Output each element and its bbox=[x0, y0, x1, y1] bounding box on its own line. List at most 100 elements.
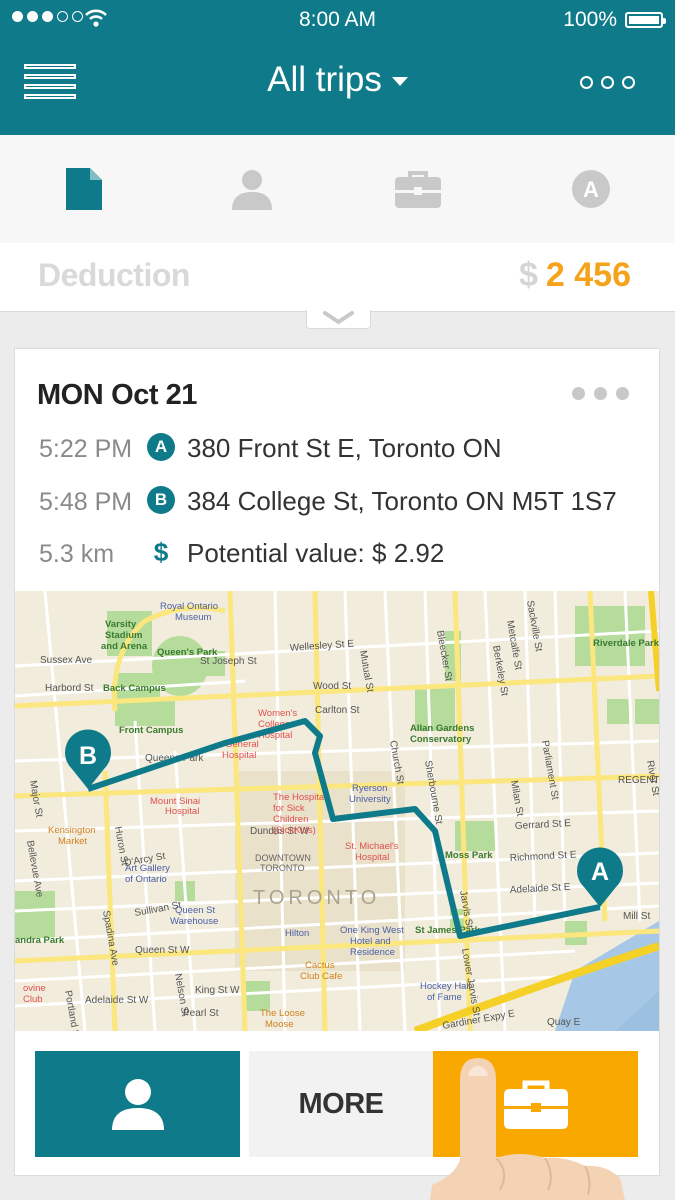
document-icon bbox=[66, 168, 102, 210]
battery-indicator: 100% bbox=[563, 8, 666, 32]
battery-icon bbox=[625, 12, 666, 28]
svg-text:Mill St: Mill St bbox=[623, 911, 650, 922]
svg-text:Women's: Women's bbox=[258, 708, 297, 719]
svg-text:Adelaide St W: Adelaide St W bbox=[85, 995, 149, 1006]
start-address: 380 Front St E, Toronto ON bbox=[187, 433, 502, 463]
svg-text:Front Campus: Front Campus bbox=[119, 725, 183, 736]
downtown-label: DOWNTOWN bbox=[255, 853, 311, 863]
auto-a-icon: A bbox=[572, 170, 610, 208]
trip-date: MON Oct 21 bbox=[37, 379, 197, 412]
svg-text:Sussex Ave: Sussex Ave bbox=[40, 655, 93, 666]
more-button[interactable]: MORE bbox=[249, 1051, 433, 1157]
svg-text:and Arena: and Arena bbox=[101, 641, 148, 652]
svg-text:for Sick: for Sick bbox=[273, 803, 305, 814]
app-header: 8:00 AM 100% All trips bbox=[0, 0, 675, 135]
svg-text:Residence: Residence bbox=[350, 947, 395, 958]
currency-symbol: $ bbox=[518, 256, 538, 294]
svg-text:Hotel and: Hotel and bbox=[350, 936, 391, 947]
briefcase-icon bbox=[395, 171, 441, 208]
svg-text:The Loose: The Loose bbox=[260, 1008, 305, 1019]
svg-text:$: $ bbox=[154, 538, 169, 566]
deduction-amount: $2 456 bbox=[519, 256, 631, 295]
header-title: All trips bbox=[267, 60, 382, 99]
svg-text:Queen's Park: Queen's Park bbox=[157, 647, 218, 658]
tab-business[interactable] bbox=[334, 135, 502, 243]
trip-value-row: 5.3 km $ Potential value: $ 2.92 bbox=[39, 534, 659, 574]
svg-text:Riverdale Park: Riverdale Park bbox=[593, 638, 659, 649]
category-tabs: A bbox=[0, 135, 675, 243]
mark-personal-button[interactable] bbox=[35, 1051, 240, 1157]
trip-more-button[interactable] bbox=[572, 387, 629, 400]
deduction-value: 2 456 bbox=[545, 256, 631, 294]
person-icon bbox=[111, 1079, 164, 1130]
header-more-button[interactable] bbox=[580, 76, 635, 89]
trip-end-row: 5:48 PM B 384 College St, Toronto ON M5T… bbox=[39, 482, 659, 522]
svg-text:Conservatory: Conservatory bbox=[410, 734, 472, 745]
svg-text:of Fame: of Fame bbox=[427, 992, 462, 1003]
end-time: 5:48 PM bbox=[39, 488, 133, 516]
svg-text:Children: Children bbox=[273, 814, 308, 825]
svg-text:Harbord St: Harbord St bbox=[45, 683, 94, 694]
chevron-down-icon bbox=[391, 77, 408, 87]
svg-text:Queen St: Queen St bbox=[175, 905, 215, 916]
dollar-icon: $ bbox=[154, 538, 169, 566]
svg-text:Stadium: Stadium bbox=[105, 630, 142, 641]
tap-hand-illustration bbox=[430, 1058, 625, 1200]
svg-text:Carlton St: Carlton St bbox=[315, 705, 360, 716]
svg-text:Kensington: Kensington bbox=[48, 825, 96, 836]
svg-text:B: B bbox=[79, 742, 97, 770]
tab-auto[interactable]: A bbox=[507, 135, 675, 243]
svg-text:University: University bbox=[349, 794, 391, 805]
trip-filter-dropdown[interactable]: All trips bbox=[0, 60, 675, 100]
svg-text:Moose: Moose bbox=[265, 1019, 294, 1030]
deduction-label: Deduction bbox=[38, 257, 190, 293]
svg-text:(SickKids): (SickKids) bbox=[273, 825, 316, 836]
trip-date-value: Oct 21 bbox=[111, 379, 197, 411]
svg-text:Varsity: Varsity bbox=[105, 619, 137, 630]
svg-text:Art Gallery: Art Gallery bbox=[125, 863, 170, 874]
person-icon bbox=[232, 170, 272, 210]
status-bar: 8:00 AM 100% bbox=[0, 0, 675, 40]
city-label: TORONTO bbox=[253, 887, 380, 909]
trip-day: MON bbox=[37, 379, 104, 411]
svg-text:The Hospital: The Hospital bbox=[273, 792, 326, 803]
svg-text:King St W: King St W bbox=[195, 985, 240, 996]
svg-text:Allan Gardens: Allan Gardens bbox=[410, 723, 474, 734]
svg-text:Wood St: Wood St bbox=[313, 681, 351, 692]
svg-text:Club: Club bbox=[23, 994, 43, 1005]
svg-text:Quay E: Quay E bbox=[547, 1017, 581, 1028]
svg-text:Market: Market bbox=[58, 836, 87, 847]
chevron-down-icon bbox=[323, 311, 354, 325]
svg-text:Royal Ontario: Royal Ontario bbox=[160, 601, 218, 612]
trip-map[interactable]: Harbord St Sussex Ave Wellesley St E Car… bbox=[15, 591, 659, 1031]
svg-text:One King West: One King West bbox=[340, 925, 404, 936]
svg-text:Hospital: Hospital bbox=[222, 750, 256, 761]
route-map: Harbord St Sussex Ave Wellesley St E Car… bbox=[15, 591, 659, 1031]
svg-text:Cactus: Cactus bbox=[305, 960, 335, 971]
svg-text:Queen St W: Queen St W bbox=[135, 945, 190, 956]
auto-a-label: A bbox=[583, 177, 599, 202]
svg-text:andra Park: andra Park bbox=[15, 935, 65, 946]
end-address: 384 College St, Toronto ON M5T 1S7 bbox=[187, 486, 617, 516]
deduction-summary: Deduction $2 456 bbox=[0, 243, 675, 312]
svg-text:St. Michael's: St. Michael's bbox=[345, 841, 399, 852]
trip-distance: 5.3 km bbox=[39, 540, 115, 568]
expand-summary-button[interactable] bbox=[306, 310, 371, 329]
svg-text:A: A bbox=[591, 858, 609, 886]
svg-text:Warehouse: Warehouse bbox=[170, 916, 218, 927]
svg-text:Back Campus: Back Campus bbox=[103, 683, 166, 694]
svg-text:Museum: Museum bbox=[175, 612, 212, 623]
svg-text:Hockey Hall: Hockey Hall bbox=[420, 981, 471, 992]
tab-all-trips[interactable] bbox=[0, 135, 168, 243]
svg-text:Hospital: Hospital bbox=[165, 806, 199, 817]
svg-text:TORONTO: TORONTO bbox=[260, 863, 305, 873]
svg-text:Moss Park: Moss Park bbox=[445, 850, 493, 861]
trip-start-row: 5:22 PM A 380 Front St E, Toronto ON bbox=[39, 429, 659, 469]
tab-personal[interactable] bbox=[168, 135, 336, 243]
start-point-badge: A bbox=[147, 433, 175, 461]
potential-value: Potential value: $ 2.92 bbox=[187, 538, 445, 568]
end-point-badge: B bbox=[147, 486, 175, 514]
svg-text:Hilton: Hilton bbox=[285, 928, 309, 939]
start-time: 5:22 PM bbox=[39, 435, 133, 463]
svg-text:REGENT PA: REGENT PA bbox=[618, 775, 659, 786]
